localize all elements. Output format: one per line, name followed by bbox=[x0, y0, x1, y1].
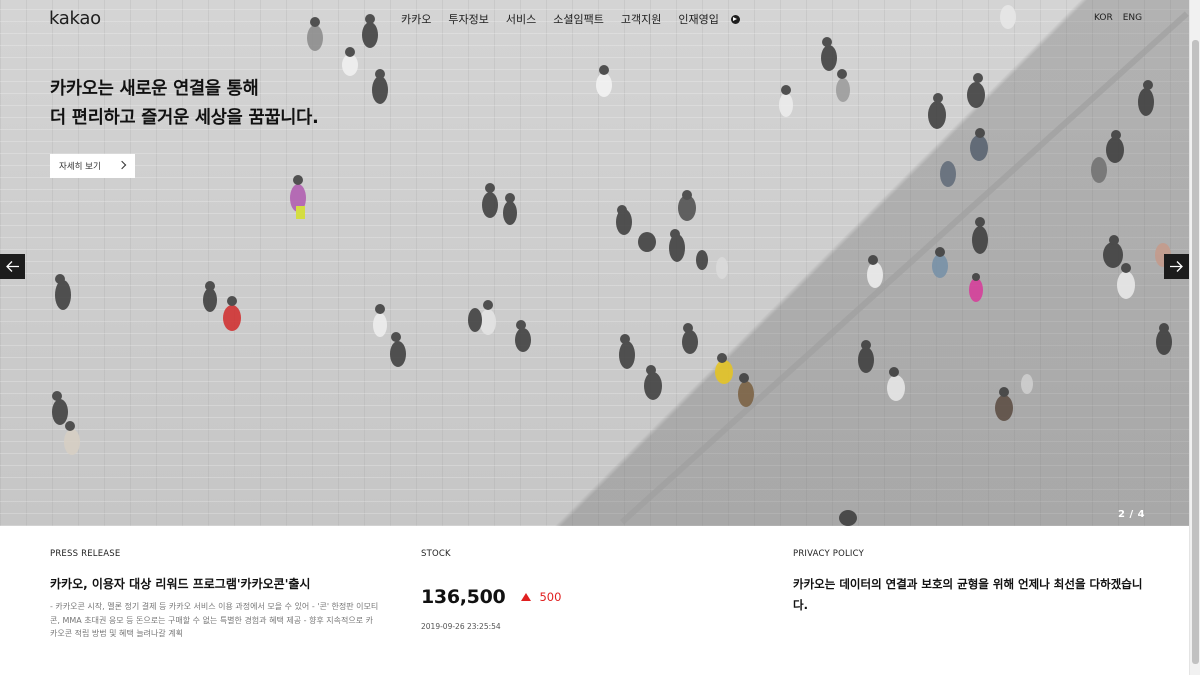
stock-price: 136,500 bbox=[421, 586, 506, 608]
privacy-label: PRIVACY POLICY bbox=[793, 549, 864, 559]
nav-item-careers[interactable]: 인재영입 bbox=[678, 11, 718, 27]
kakao-logo[interactable]: kakao bbox=[49, 8, 101, 29]
press-title[interactable]: 카카오, 이용자 대상 리워드 프로그램'카카오콘'출시 bbox=[50, 575, 380, 592]
press-body: - 카카오콘 시작, 멜론 정기 결제 등 카카오 서비스 이용 과정에서 모을… bbox=[50, 602, 379, 638]
arrow-left-icon bbox=[6, 261, 19, 272]
nav-item-support[interactable]: 고객지원 bbox=[621, 11, 661, 27]
learn-more-label: 자세히 보기 bbox=[59, 162, 101, 172]
learn-more-button[interactable]: 자세히 보기 bbox=[50, 154, 135, 178]
arrow-right-icon bbox=[1170, 261, 1183, 272]
chevron-right-icon bbox=[117, 160, 127, 170]
next-slide-button[interactable] bbox=[1164, 254, 1189, 279]
arrow-right-circle-icon[interactable] bbox=[730, 14, 740, 24]
hero-headline: 카카오는 새로운 연결을 통해 더 편리하고 즐거운 세상을 꿈꿉니다. bbox=[50, 75, 319, 133]
nav-item-services[interactable]: 서비스 bbox=[506, 11, 536, 27]
nav-item-social-impact[interactable]: 소셜임팩트 bbox=[553, 11, 604, 27]
stock-change: 500 bbox=[539, 590, 562, 604]
prev-slide-button[interactable] bbox=[0, 254, 25, 279]
lang-kor[interactable]: KOR bbox=[1094, 13, 1113, 23]
press-release-section: PRESS RELEASE 카카오, 이용자 대상 리워드 프로그램'카카오콘'… bbox=[50, 549, 380, 641]
triangle-up-icon bbox=[521, 593, 532, 601]
slide-pager: 2 / 4 bbox=[1118, 509, 1146, 520]
hero-line-2: 더 편리하고 즐거운 세상을 꿈꿉니다. bbox=[50, 108, 319, 128]
nav-item-kakao[interactable]: 카카오 bbox=[401, 11, 431, 27]
page-scrollbar[interactable] bbox=[1189, 0, 1200, 675]
stock-timestamp: 2019-09-26 23:25:54 bbox=[421, 622, 501, 631]
privacy-section: PRIVACY POLICY 카카오는 데이터의 연결과 보호의 균형을 위해 … bbox=[793, 549, 1153, 616]
nav-item-investor[interactable]: 투자정보 bbox=[448, 11, 488, 27]
lang-eng[interactable]: ENG bbox=[1123, 13, 1142, 23]
privacy-text[interactable]: 카카오는 데이터의 연결과 보호의 균형을 위해 언제나 최선을 다하겠습니다. bbox=[793, 574, 1153, 616]
scrollbar-thumb[interactable] bbox=[1192, 40, 1199, 664]
stock-section: STOCK 136,500 500 2019-09-26 23:25:54 bbox=[421, 549, 671, 631]
stock-row: 136,500 500 bbox=[421, 586, 671, 608]
stock-label: STOCK bbox=[421, 549, 451, 559]
language-switcher: KOR ENG bbox=[1094, 13, 1142, 23]
hero-line-1: 카카오는 새로운 연결을 통해 bbox=[50, 79, 259, 99]
press-label: PRESS RELEASE bbox=[50, 549, 121, 559]
main-nav: 카카오 투자정보 서비스 소셜임팩트 고객지원 인재영입 bbox=[401, 11, 740, 27]
